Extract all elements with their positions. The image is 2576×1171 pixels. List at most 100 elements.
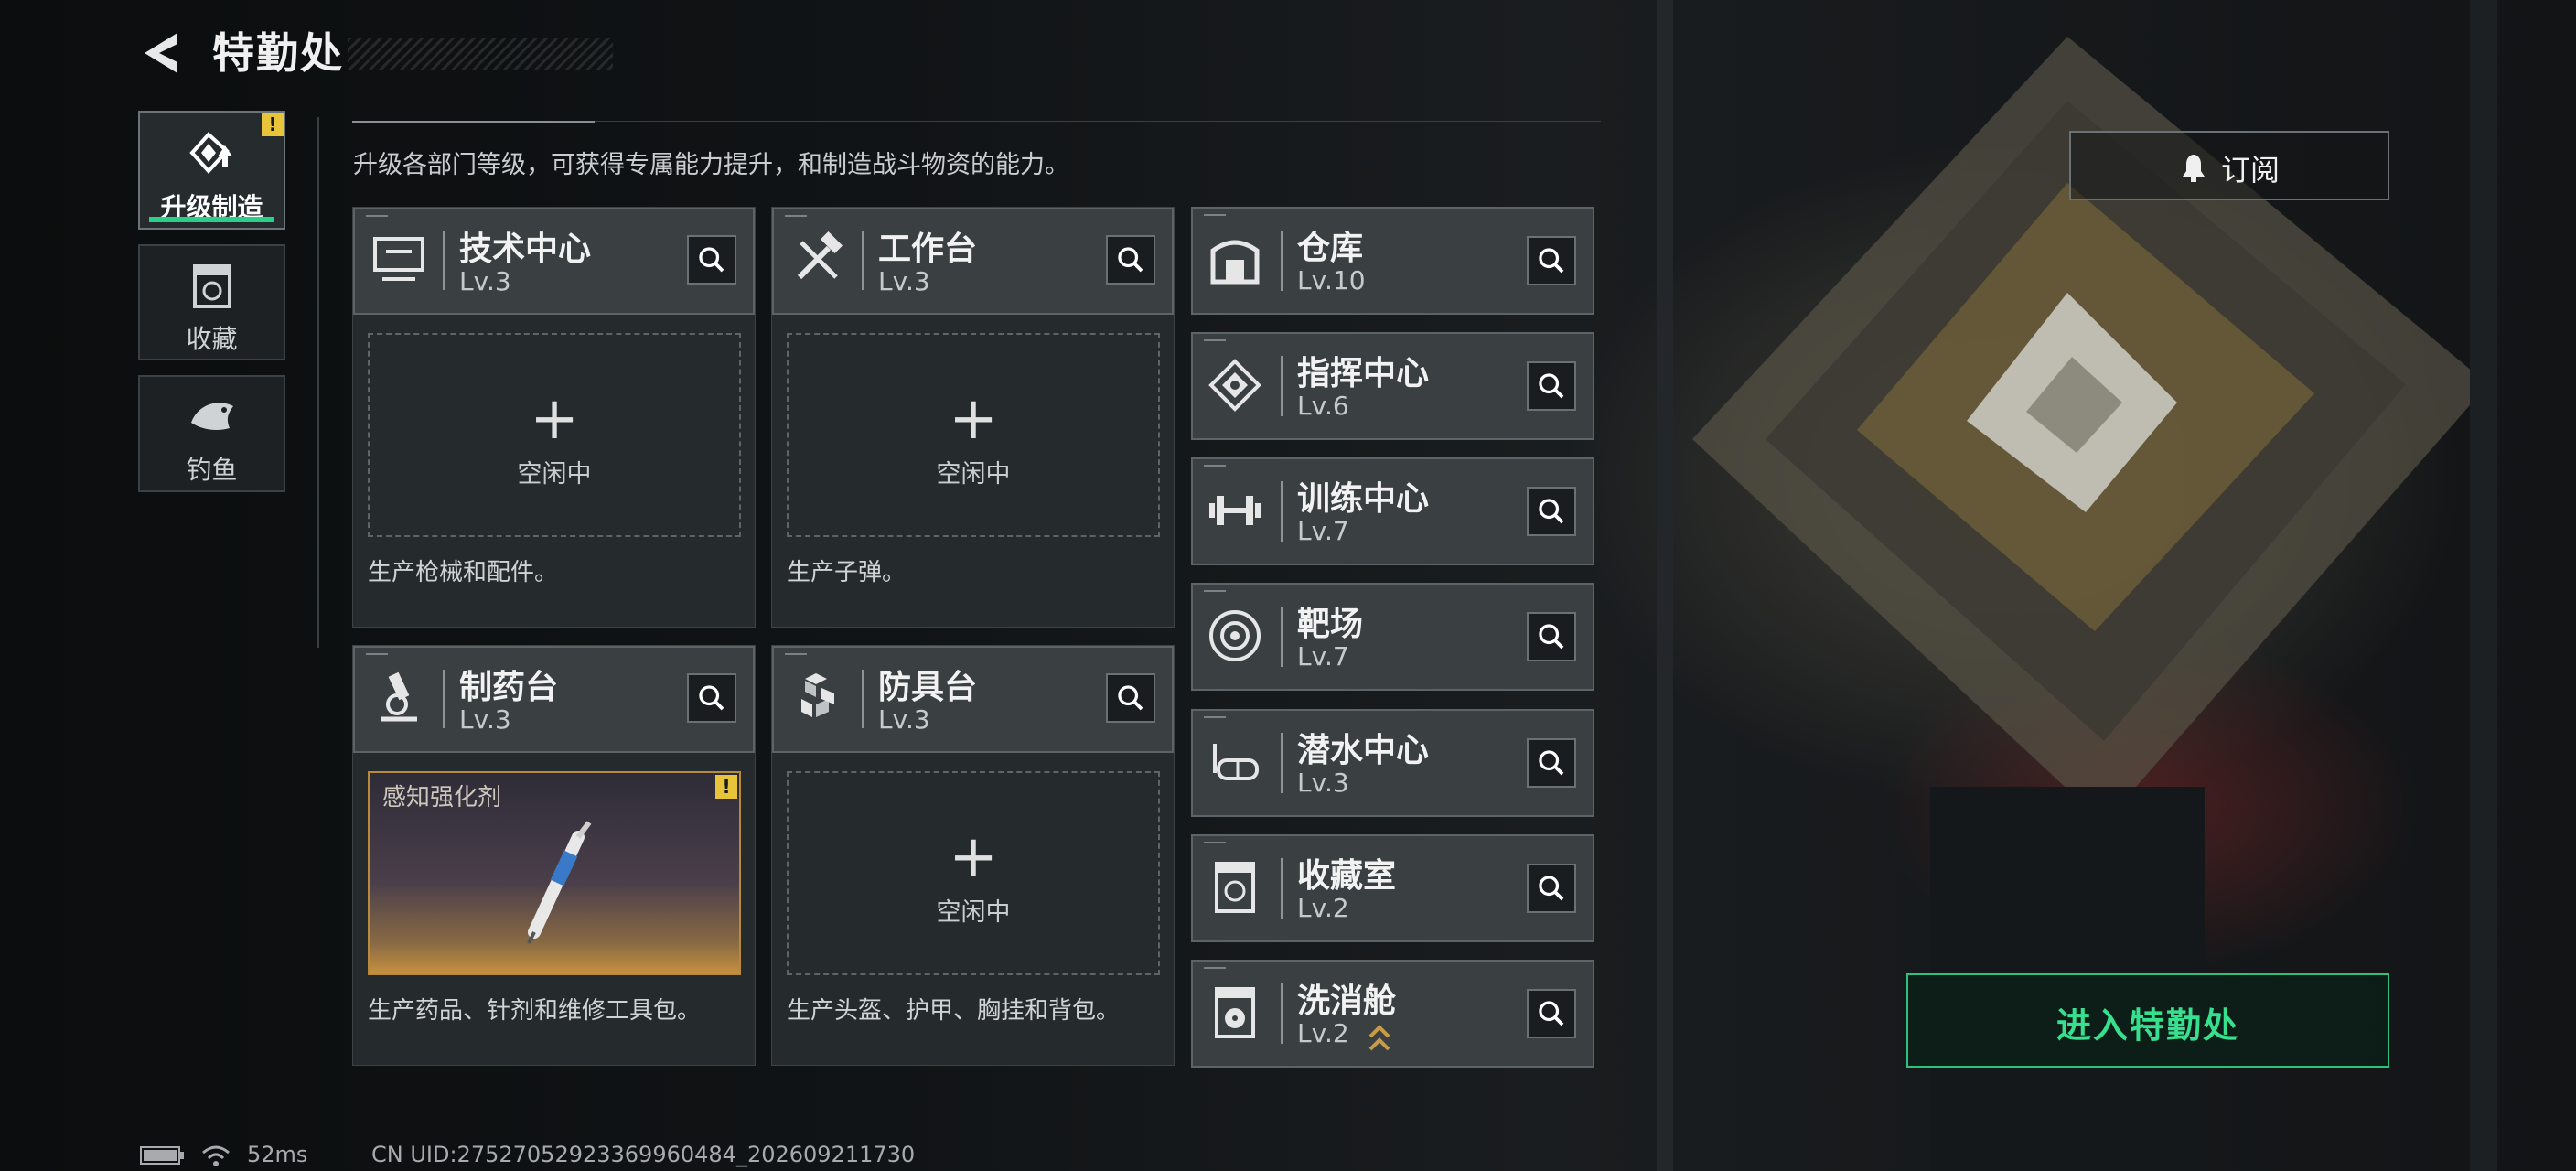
collection-icon <box>192 264 231 308</box>
search-icon[interactable] <box>1527 236 1576 285</box>
bell-icon <box>2183 155 2205 182</box>
item-name: 感知强化剂 <box>382 784 502 811</box>
production-slot[interactable]: + 空闲中 <box>368 333 741 537</box>
corner-mark <box>366 215 388 217</box>
facility-level: Lv.7 <box>1297 516 1349 546</box>
station-description: 生产子弹。 <box>787 559 907 586</box>
separator <box>1281 356 1283 416</box>
separator <box>862 231 864 290</box>
search-icon[interactable] <box>1106 235 1155 285</box>
station-header[interactable]: 防具台 Lv.3 <box>772 646 1174 753</box>
command-chip-icon <box>1208 359 1261 412</box>
armor-cubes-icon <box>801 673 834 717</box>
computer-icon <box>373 237 424 281</box>
active-indicator <box>149 217 274 222</box>
search-icon[interactable] <box>687 673 736 723</box>
header: 特勤处 <box>137 26 613 81</box>
sidebar-item-label: 钓鱼 <box>186 455 238 485</box>
divider <box>317 117 319 648</box>
facility-command-center[interactable]: 指挥中心 Lv.6 <box>1191 332 1594 440</box>
add-icon: + <box>949 385 998 453</box>
sidebar-item-fishing[interactable]: 钓鱼 <box>138 375 285 492</box>
separator <box>1281 607 1283 667</box>
syringe-icon <box>527 821 592 944</box>
production-item-slot[interactable]: 感知强化剂 ! <box>368 771 741 975</box>
add-icon: + <box>530 385 579 453</box>
station-header[interactable]: 技术中心 Lv.3 <box>353 208 755 315</box>
separator <box>1281 733 1283 793</box>
station-description: 生产头盔、护甲、胸挂和背包。 <box>787 997 1121 1025</box>
subscribe-label: 订阅 <box>2221 153 2281 188</box>
production-slot[interactable]: + 空闲中 <box>787 333 1160 537</box>
production-slot[interactable]: + 空闲中 <box>787 771 1160 975</box>
divider <box>595 121 1601 122</box>
station-header[interactable]: 工作台 Lv.3 <box>772 208 1174 315</box>
station-header[interactable]: 制药台 Lv.3 <box>353 646 755 753</box>
search-icon[interactable] <box>1527 864 1576 913</box>
enter-special-ops-button[interactable]: 进入特勤处 <box>1906 973 2389 1068</box>
slot-status: 空闲中 <box>517 460 592 489</box>
search-icon[interactable] <box>1527 738 1576 788</box>
corner-mark <box>1204 716 1226 718</box>
search-icon[interactable] <box>1527 989 1576 1038</box>
station-card-tech-center: 技术中心 Lv.3 + 空闲中 生产枪械和配件。 <box>352 207 756 628</box>
corner-mark <box>785 215 807 217</box>
collection-icon <box>1215 862 1255 913</box>
facility-shooting-range[interactable]: 靶场 Lv.7 <box>1191 583 1594 691</box>
add-icon: + <box>949 823 998 891</box>
facility-decontamination-pod[interactable]: 洗消舱 Lv.2 <box>1191 960 1594 1068</box>
search-icon[interactable] <box>1527 487 1576 536</box>
facility-collection-room[interactable]: 收藏室 Lv.2 <box>1191 834 1594 942</box>
corner-mark <box>1204 590 1226 592</box>
station-card-pharmacy: 制药台 Lv.3 感知强化剂 ! 生产药品、针剂和维修工具包。 <box>352 645 756 1066</box>
corner-mark <box>785 653 807 655</box>
separator <box>443 231 445 290</box>
search-icon[interactable] <box>687 235 736 285</box>
sidebar-item-label: 收藏 <box>186 324 238 354</box>
fish-icon <box>190 403 233 430</box>
facility-name: 仓库 <box>1297 230 1364 267</box>
station-name: 制药台 <box>459 669 559 706</box>
facility-name: 指挥中心 <box>1297 355 1430 392</box>
facility-level: Lv.2 <box>1297 1018 1349 1048</box>
microscope-icon <box>381 671 417 722</box>
facility-training-center[interactable]: 训练中心 Lv.7 <box>1191 457 1594 565</box>
station-card-workbench: 工作台 Lv.3 + 空闲中 生产子弹。 <box>771 207 1175 628</box>
facility-name: 洗消舱 <box>1297 983 1397 1020</box>
decontamination-icon <box>1215 987 1255 1038</box>
station-description: 生产枪械和配件。 <box>368 559 559 586</box>
search-icon[interactable] <box>1106 673 1155 723</box>
sidebar-item-upgrade-craft[interactable]: 升级制造 ! <box>138 111 285 230</box>
search-icon[interactable] <box>1527 361 1576 411</box>
search-icon[interactable] <box>1527 612 1576 661</box>
user-uid: CN UID:27527052923369960484_202609211730 <box>371 1142 916 1167</box>
back-arrow-icon[interactable] <box>137 29 188 77</box>
separator <box>1281 858 1283 919</box>
ping-value: 52ms <box>247 1142 308 1167</box>
subscribe-button[interactable]: 订阅 <box>2069 131 2389 200</box>
separator <box>1281 983 1283 1044</box>
facility-level: Lv.3 <box>1297 768 1349 798</box>
upgrade-chevrons-icon <box>1368 1025 1390 1051</box>
facility-name: 潜水中心 <box>1297 732 1430 769</box>
corner-mark <box>366 653 388 655</box>
facility-level: Lv.7 <box>1297 641 1349 671</box>
facility-warehouse[interactable]: 仓库 Lv.10 <box>1191 207 1594 315</box>
separator <box>443 670 445 728</box>
station-level: Lv.3 <box>878 266 930 296</box>
station-card-armor-bench: 防具台 Lv.3 + 空闲中 生产头盔、护甲、胸挂和背包。 <box>771 645 1175 1066</box>
target-icon <box>1209 610 1261 661</box>
facility-name: 收藏室 <box>1297 857 1397 895</box>
battery-icon <box>140 1146 184 1165</box>
tools-icon <box>797 231 843 280</box>
facility-diving-center[interactable]: 潜水中心 Lv.3 <box>1191 709 1594 817</box>
warehouse-icon <box>1210 240 1260 285</box>
station-level: Lv.3 <box>878 704 930 735</box>
diving-mask-icon <box>1213 744 1259 780</box>
station-description: 生产药品、针剂和维修工具包。 <box>368 997 702 1025</box>
facility-level: Lv.2 <box>1297 893 1349 923</box>
facility-level: Lv.6 <box>1297 391 1349 421</box>
wifi-icon <box>202 1145 230 1166</box>
sidebar-item-collection[interactable]: 收藏 <box>138 244 285 360</box>
title-decoration <box>348 38 613 70</box>
